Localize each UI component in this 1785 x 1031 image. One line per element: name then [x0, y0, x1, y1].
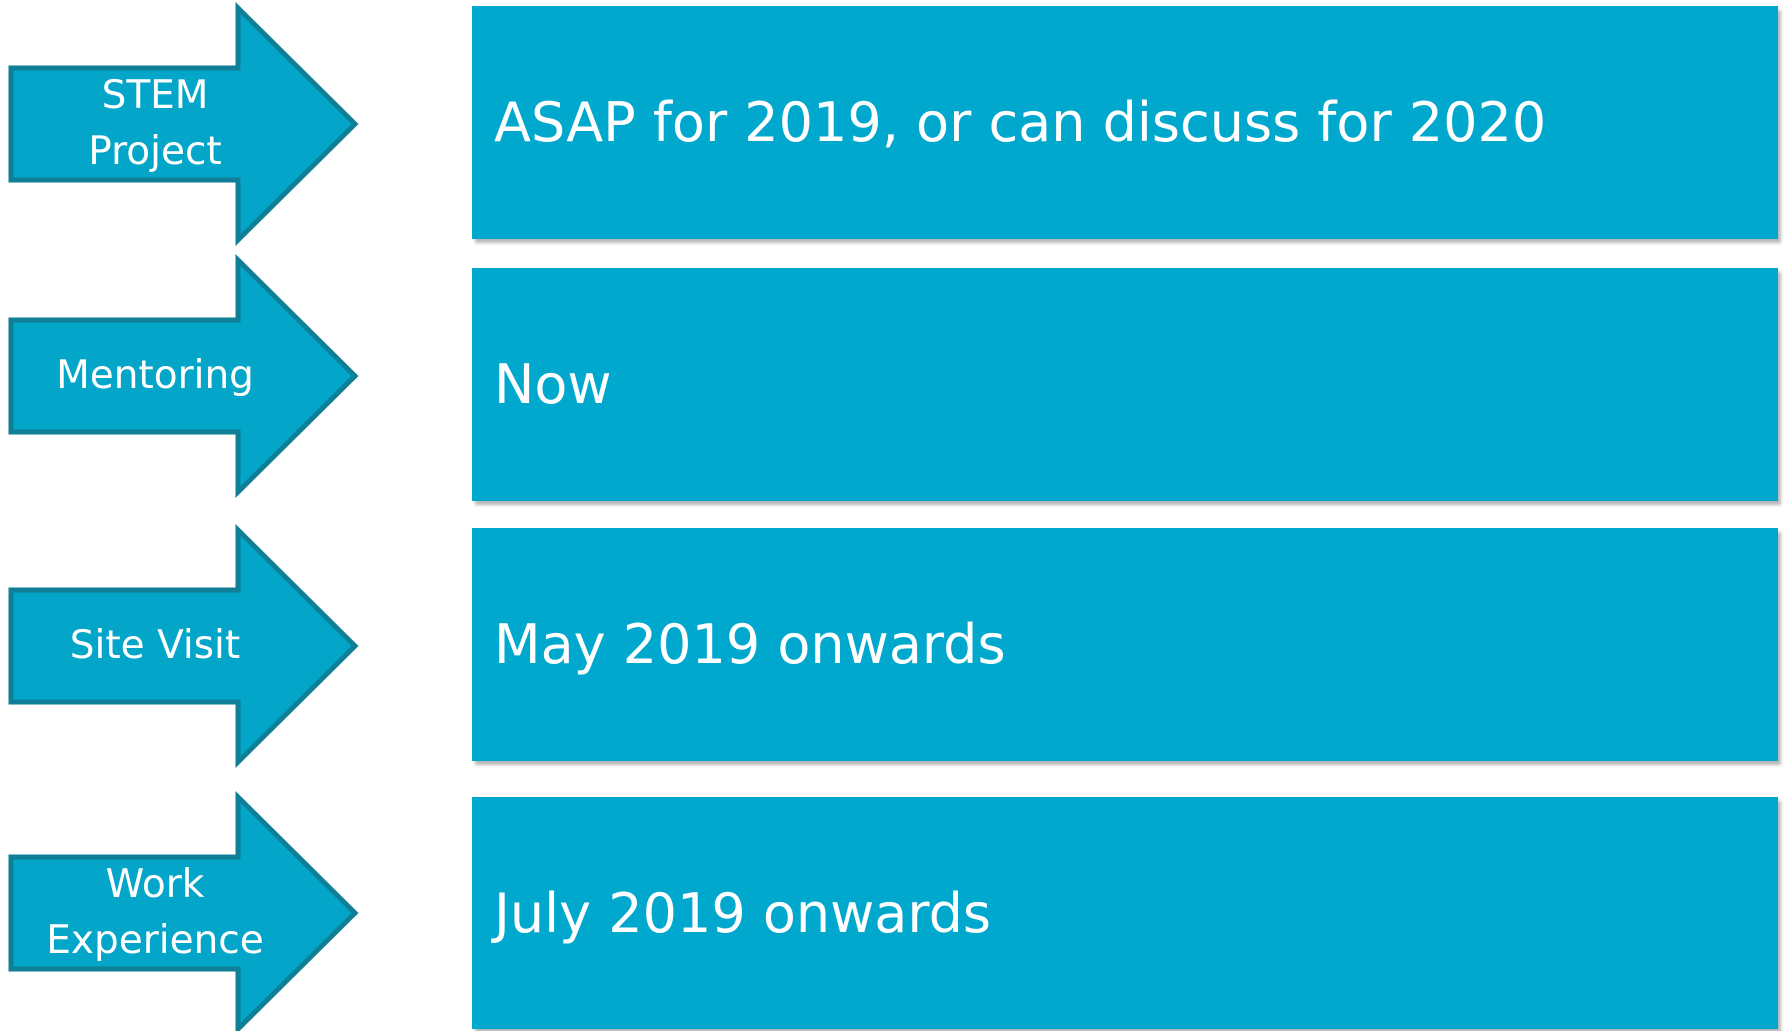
stage-label: Work Experience	[46, 862, 264, 963]
timing-box: Now	[472, 268, 1778, 501]
stage-label: Site Visit	[69, 623, 241, 668]
arrow-shape-stem-project: STEM Project	[8, 2, 359, 246]
timing-text: ASAP for 2019, or can discuss for 2020	[494, 91, 1547, 154]
arrow-shape-site-visit: Site Visit	[8, 524, 359, 768]
stage-label: Mentoring	[56, 353, 254, 398]
timing-text: Now	[494, 353, 612, 416]
stage-label: STEM Project	[88, 73, 222, 174]
timing-text: July 2019 onwards	[494, 881, 992, 945]
timing-text: May 2019 onwards	[494, 613, 1006, 676]
timing-box: July 2019 onwards	[472, 797, 1778, 1029]
arrow-shape-work-experience: Work Experience	[8, 791, 359, 1031]
arrow-shape-mentoring: Mentoring	[8, 254, 359, 498]
timing-box: ASAP for 2019, or can discuss for 2020	[472, 6, 1778, 239]
timing-box: May 2019 onwards	[472, 528, 1778, 761]
